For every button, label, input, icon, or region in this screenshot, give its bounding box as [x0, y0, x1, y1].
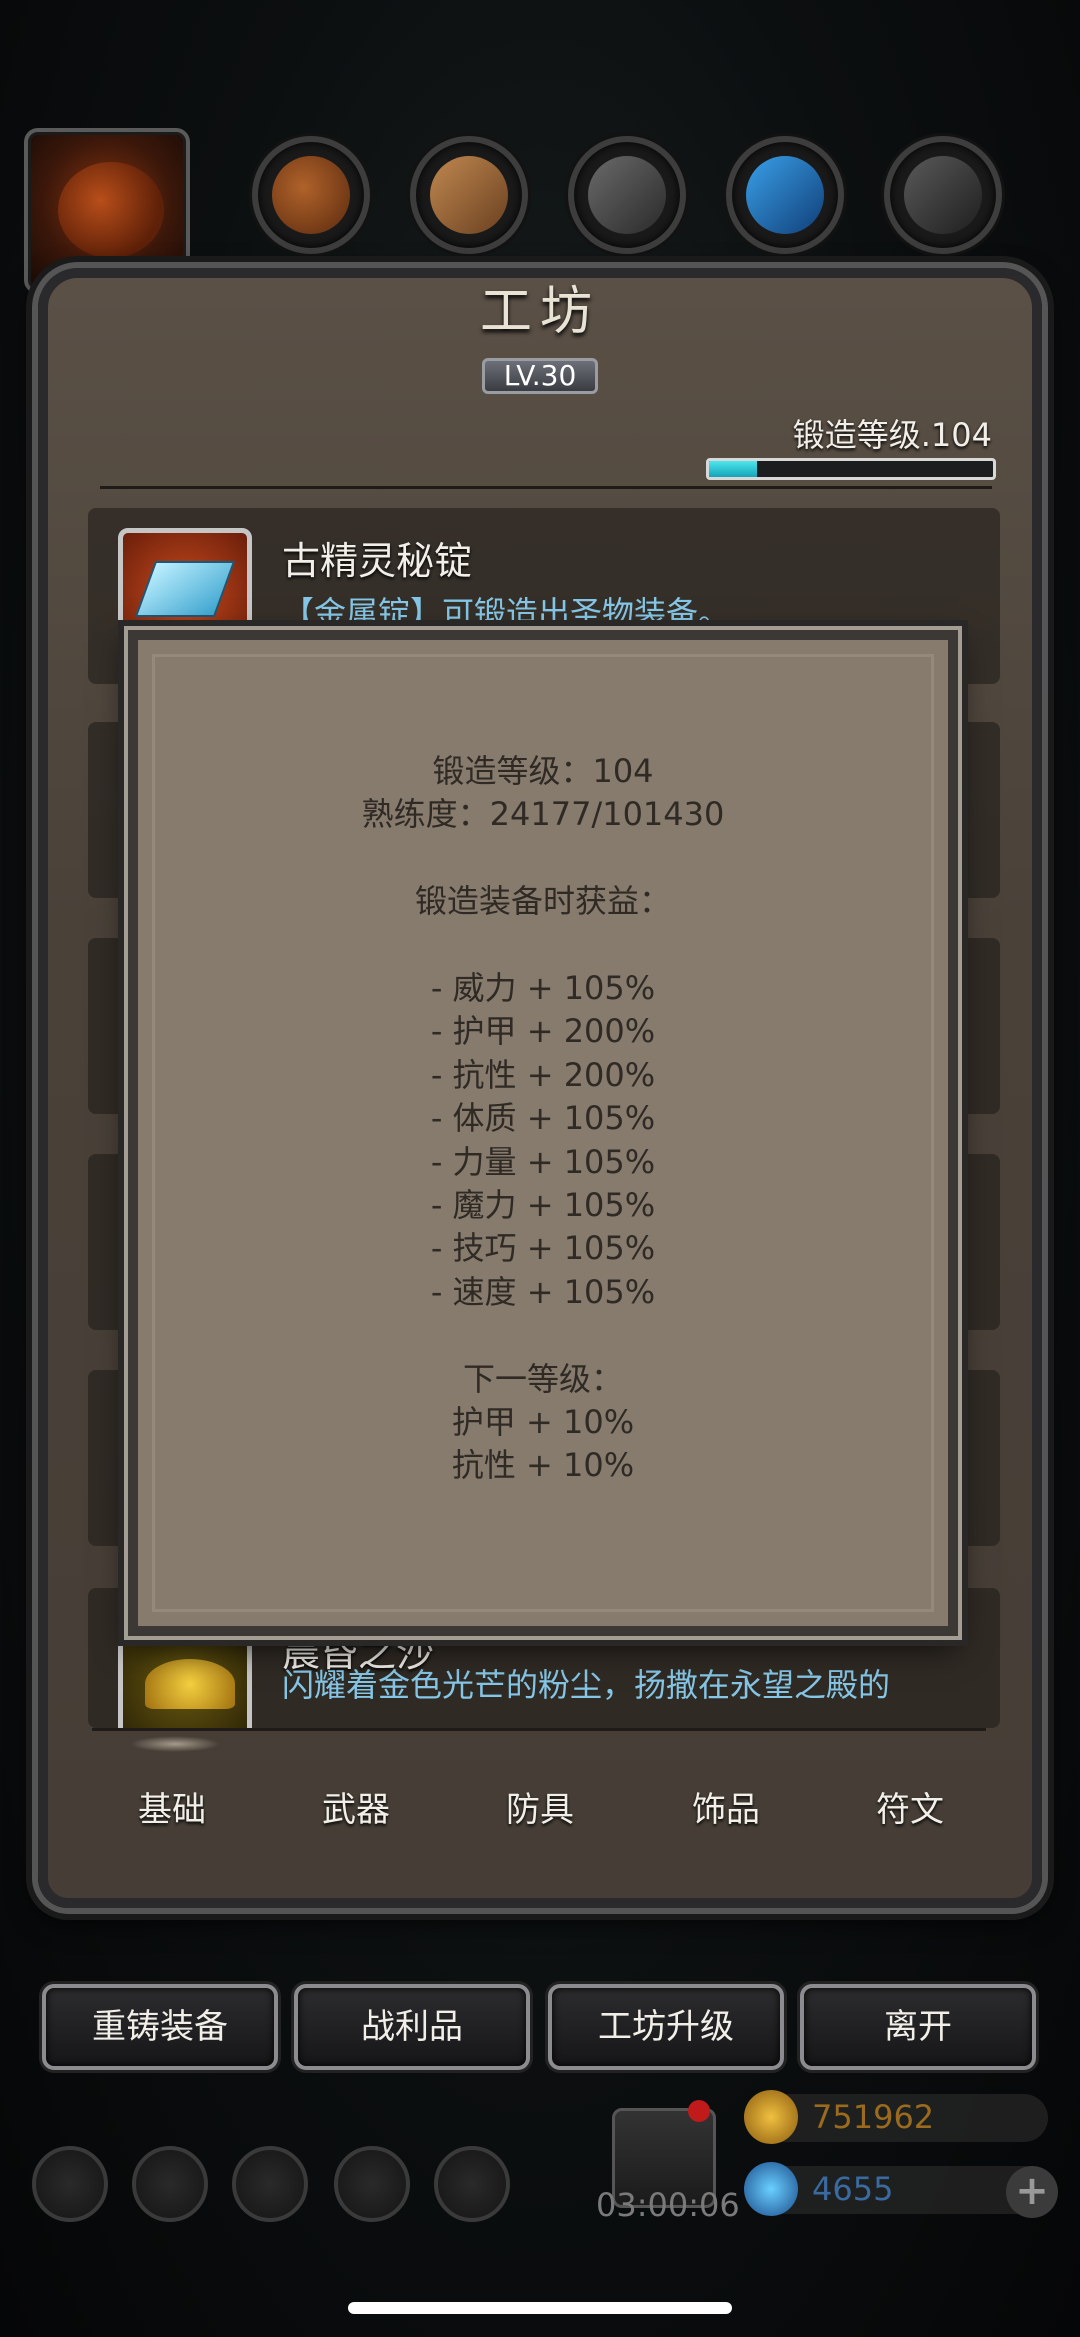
pumpkin-icon — [58, 162, 164, 258]
item-desc: 闪耀着金色光芒的粉尘，扬撒在永望之殿的 — [282, 1666, 891, 1704]
steel-resource-icon[interactable] — [884, 136, 1002, 254]
tooltip-line: 抗性 + 10% — [451, 1446, 635, 1485]
home-indicator[interactable] — [348, 2302, 732, 2314]
iron-resource-icon[interactable] — [568, 136, 686, 254]
tooltip-line — [138, 1314, 948, 1357]
loot-button[interactable]: 战利品 — [294, 1984, 530, 2070]
tab-runes[interactable]: 符文 — [876, 1782, 944, 1831]
tooltip-line: - 威力 + 105% — [430, 969, 656, 1007]
gold-coin-icon — [744, 2090, 798, 2144]
tooltip-line: 护甲 + 10% — [451, 1403, 635, 1442]
panel-title: 工坊 — [479, 282, 600, 342]
tooltip-line: 锻造等级：104 — [432, 752, 654, 790]
crystal-resource-icon[interactable] — [726, 136, 844, 254]
tooltip-line: - 抗性 + 200% — [430, 1055, 656, 1094]
tooltip-line — [138, 924, 948, 967]
tooltip-line — [138, 837, 948, 880]
divider — [100, 486, 992, 489]
notification-dot — [688, 2100, 710, 2122]
tooltip-line: 锻造装备时获益： — [414, 882, 671, 921]
gift-timer: 03:00:06 — [596, 2186, 740, 2224]
tooltip-line: - 护甲 + 200% — [430, 1012, 656, 1051]
leather-resource-icon[interactable] — [252, 136, 370, 254]
upgrade-workshop-button[interactable]: 工坊升级 — [548, 1984, 784, 2070]
item-desc: 【金属锭】可锻造出圣物装备。 — [282, 594, 731, 632]
level-badge: LV.30 — [482, 358, 598, 394]
forge-progress-fill — [709, 461, 758, 477]
wood-resource-icon[interactable] — [410, 136, 528, 254]
tooltip-line: - 技巧 + 105% — [430, 1229, 656, 1268]
forge-level-tooltip[interactable]: 锻造等级：104 熟练度：24177/101430 锻造装备时获益： - 威力 + 1… — [128, 630, 958, 1636]
tab-basic[interactable]: 基础 — [138, 1782, 206, 1831]
add-gems-button[interactable]: + — [1006, 2166, 1058, 2218]
tooltip-line: 下一等级： — [462, 1359, 623, 1398]
tooltip-line: - 速度 + 105% — [430, 1272, 656, 1311]
tabs-divider — [92, 1728, 986, 1731]
tooltip-text: 锻造等级：104 熟练度：24177/101430 锻造装备时获益： - 威力 + 1… — [138, 750, 948, 1488]
tooltip-line: 熟练度：24177/101430 — [361, 795, 725, 834]
active-tab-indicator — [130, 1736, 220, 1752]
reforge-button[interactable]: 重铸装备 — [42, 1984, 278, 2070]
tooltip-line: - 魔力 + 105% — [430, 1186, 656, 1225]
mail-icon[interactable] — [334, 2146, 410, 2222]
forge-progress-bar — [706, 458, 996, 480]
star-icon[interactable] — [132, 2146, 208, 2222]
tooltip-line: - 体质 + 105% — [430, 1099, 656, 1138]
gem-amount: 4655 — [812, 2170, 894, 2208]
gold-amount: 751962 — [812, 2098, 935, 2136]
tab-weapons[interactable]: 武器 — [322, 1782, 390, 1831]
tab-armor[interactable]: 防具 — [506, 1782, 574, 1831]
armor-icon[interactable] — [232, 2146, 308, 2222]
tab-accessories[interactable]: 饰品 — [692, 1782, 760, 1831]
gem-icon — [744, 2162, 798, 2216]
tooltip-line: - 力量 + 105% — [430, 1142, 656, 1181]
gear-icon[interactable] — [32, 2146, 108, 2222]
item-name: 古精灵秘锭 — [282, 539, 473, 583]
forge-level-label: 锻造等级.104 — [792, 416, 992, 454]
leave-button[interactable]: 离开 — [800, 1984, 1036, 2070]
cube-icon[interactable] — [434, 2146, 510, 2222]
